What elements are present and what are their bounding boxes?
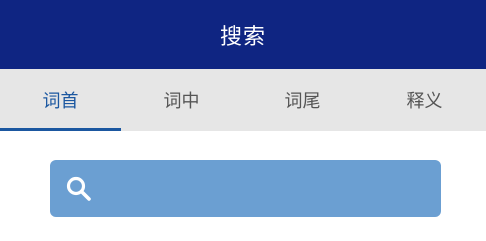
tab-label: 词中 bbox=[163, 91, 200, 112]
tab-word-middle[interactable]: 词中 bbox=[121, 69, 242, 131]
tab-word-start[interactable]: 词首 bbox=[0, 69, 121, 131]
tab-word-end[interactable]: 词尾 bbox=[242, 69, 363, 131]
tab-bar: 词首 词中 词尾 释义 bbox=[0, 69, 486, 131]
search-box[interactable] bbox=[50, 160, 441, 219]
tab-label: 词尾 bbox=[284, 91, 321, 112]
search-input[interactable] bbox=[108, 160, 435, 219]
app-header: 搜索 bbox=[0, 0, 486, 69]
active-tab-indicator bbox=[0, 128, 121, 131]
tab-label: 释义 bbox=[406, 91, 443, 112]
search-icon[interactable] bbox=[65, 175, 93, 203]
tab-label: 词首 bbox=[42, 91, 79, 112]
page-title: 搜索 bbox=[219, 24, 266, 50]
tab-definition[interactable]: 释义 bbox=[364, 69, 485, 131]
